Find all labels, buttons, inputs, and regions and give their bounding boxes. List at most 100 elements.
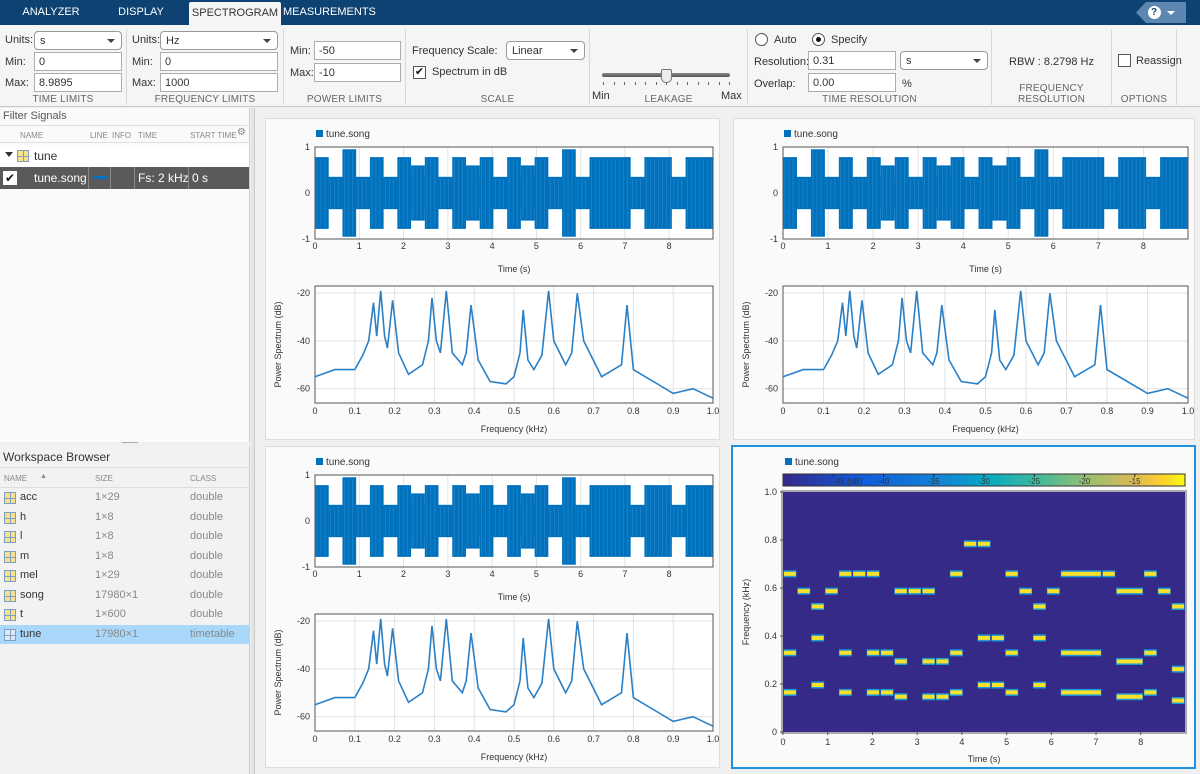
- frequency-scale-dropdown[interactable]: Linear: [506, 41, 585, 60]
- note-band: [1033, 635, 1046, 640]
- var-class: double: [190, 510, 224, 523]
- overlap-input[interactable]: 0.00: [808, 73, 896, 92]
- note-band: [811, 604, 824, 609]
- panel-resize-grip[interactable]: [122, 442, 138, 443]
- time-domain-plot: tune.song0 1 2 3 4 5 6 7 8-101Time (s): [770, 129, 1189, 274]
- frequency-resolution-title: FREQUENCY RESOLUTION: [1017, 83, 1085, 105]
- resolution-units-dropdown[interactable]: s: [900, 51, 988, 70]
- note-band: [936, 694, 949, 699]
- note-band: [894, 694, 907, 699]
- workspace-row[interactable]: m 1×8 double: [0, 547, 249, 567]
- var-class: double: [190, 569, 224, 581]
- note-band: [1033, 604, 1046, 609]
- workspace-row[interactable]: song 17980×1 double: [0, 586, 249, 606]
- timetable-icon: [17, 150, 29, 162]
- x-tick-label: 0.9: [667, 406, 680, 416]
- x-tick-label: 1: [357, 569, 362, 579]
- ribbon: Units: s Min: 0 Max: 8.9895 TIME LIMITS …: [0, 25, 1200, 128]
- workspace-row[interactable]: h 1×8 double: [0, 508, 249, 528]
- note-band: [1116, 589, 1143, 594]
- reassign-checkbox[interactable]: [1118, 54, 1131, 67]
- x-tick-label: 0.4: [468, 406, 481, 416]
- x-tick-label: 0: [780, 241, 785, 251]
- variable-icon: [4, 570, 16, 582]
- freq-units-label: Units:: [132, 34, 161, 46]
- x-tick-label: 1: [826, 241, 831, 251]
- specify-radio[interactable]: [812, 33, 825, 46]
- note-band: [894, 659, 907, 664]
- ws-col-class[interactable]: CLASS: [190, 474, 216, 483]
- x-tick-label: 0: [312, 406, 317, 416]
- workspace-row[interactable]: t 1×600 double: [0, 605, 249, 625]
- x-tick-label: 2: [401, 569, 406, 579]
- frequency-limits-section: Units: Hz Min: 0 Max: 1000 FREQUENCY LIM…: [127, 29, 284, 105]
- chevron-down-icon: [263, 39, 271, 43]
- freq-units-dropdown[interactable]: Hz: [160, 31, 278, 50]
- time-limits-title: TIME LIMITS: [32, 94, 94, 105]
- note-band: [922, 694, 935, 699]
- workspace-row[interactable]: l 1×8 double: [0, 527, 249, 547]
- power-max-label: Max:: [290, 67, 314, 79]
- freq-max-input[interactable]: 1000: [160, 73, 278, 92]
- x-tick-label: 0.5: [979, 406, 992, 416]
- tab-display[interactable]: DISPLAY: [100, 0, 182, 25]
- y-tick-label: 0.6: [764, 583, 777, 593]
- x-tick-label: 0.7: [587, 734, 600, 744]
- note-band: [839, 690, 852, 695]
- leakage-slider-thumb[interactable]: [661, 69, 672, 83]
- power-max-input[interactable]: -10: [314, 63, 401, 82]
- spectrum-in-db-checkbox[interactable]: ✔: [413, 66, 426, 79]
- specify-label: Specify: [831, 34, 868, 46]
- tab-spectrogram[interactable]: SPECTROGRAM: [189, 2, 281, 25]
- time-min-input[interactable]: 0: [34, 52, 122, 71]
- workspace-row[interactable]: mel 1×29 double: [0, 566, 249, 586]
- var-name: l: [20, 530, 23, 542]
- signal-name: tune.song: [34, 171, 87, 185]
- resolution-input[interactable]: 0.31: [808, 51, 896, 70]
- var-class: double: [190, 530, 224, 542]
- x-tick-label: 1: [357, 241, 362, 251]
- x-tick-label: 0: [312, 734, 317, 744]
- help-button[interactable]: ?: [1136, 2, 1186, 23]
- x-tick-label: 6: [578, 569, 583, 579]
- note-band: [936, 659, 949, 664]
- time-units-dropdown[interactable]: s: [34, 31, 122, 50]
- time-domain-plot: tune.song0 1 2 3 4 5 6 7 8-101Time (s): [302, 457, 714, 602]
- freq-max-label: Max:: [132, 77, 156, 89]
- panel-splitter[interactable]: [251, 108, 255, 774]
- workspace-row[interactable]: acc 1×29 double: [0, 488, 249, 508]
- var-name: acc: [20, 491, 38, 503]
- rbw-readout: RBW : 8.2798 Hz: [1009, 56, 1094, 68]
- var-size: 1×8: [95, 530, 114, 542]
- expand-icon[interactable]: [5, 152, 13, 157]
- resolution-label: Resolution:: [754, 56, 810, 68]
- x-tick-label: 0: [780, 406, 785, 416]
- slider-tick: [697, 82, 699, 85]
- power-min-input[interactable]: -50: [314, 41, 401, 60]
- note-band: [1005, 571, 1018, 576]
- tab-analyzer[interactable]: ANALYZER: [10, 0, 92, 25]
- auto-radio[interactable]: [755, 33, 768, 46]
- variable-icon: [4, 589, 16, 602]
- line-color-swatch[interactable]: [93, 176, 107, 179]
- display-panel-top-left[interactable]: tune.song 0 1 2 3 4 5 6 7 8 -1 0 1 Time (s) 0 0.1 0.2 0.…: [265, 118, 720, 440]
- y-tick-label: 0: [305, 188, 310, 198]
- tab-measurements[interactable]: MEASUREMENTS: [283, 0, 376, 25]
- note-band: [867, 571, 880, 576]
- display-panel-top-right[interactable]: tune.song 0 1 2 3 4 5 6 7 8 -1 0 1 Time (s) 0 0.1 0.2 0.…: [733, 118, 1195, 440]
- filter-signals-panel: Filter Signals NAME LINE INFO TIME START…: [0, 108, 250, 443]
- time-max-input[interactable]: 8.9895: [34, 73, 122, 92]
- gear-icon[interactable]: ⚙: [237, 127, 246, 138]
- frequency-scale-value: Linear: [512, 45, 543, 57]
- ws-col-name[interactable]: NAME: [4, 474, 27, 483]
- display-panel-bottom-right[interactable]: tune.song -45 (dB) -40 -35 -30 -25 -20 -15 0 1 2 3 4…: [731, 445, 1196, 769]
- y-axis-label: Frequency (kHz): [741, 579, 751, 646]
- workspace-row[interactable]: tune 17980×1 timetable: [0, 624, 249, 644]
- signal-checkbox[interactable]: ✔: [3, 171, 17, 185]
- display-panel-bottom-left[interactable]: tune.song 0 1 2 3 4 5 6 7 8 -1 0 1 Time (s) 0 0.1 0.2 0.…: [265, 446, 720, 768]
- ws-col-size[interactable]: SIZE: [95, 474, 113, 483]
- var-name: tune: [20, 627, 42, 640]
- signal-row[interactable]: ✔ tune.song Fs: 2 kHz 0 s: [0, 167, 249, 189]
- freq-min-input[interactable]: 0: [160, 52, 278, 71]
- signal-group-row[interactable]: tune: [0, 145, 249, 167]
